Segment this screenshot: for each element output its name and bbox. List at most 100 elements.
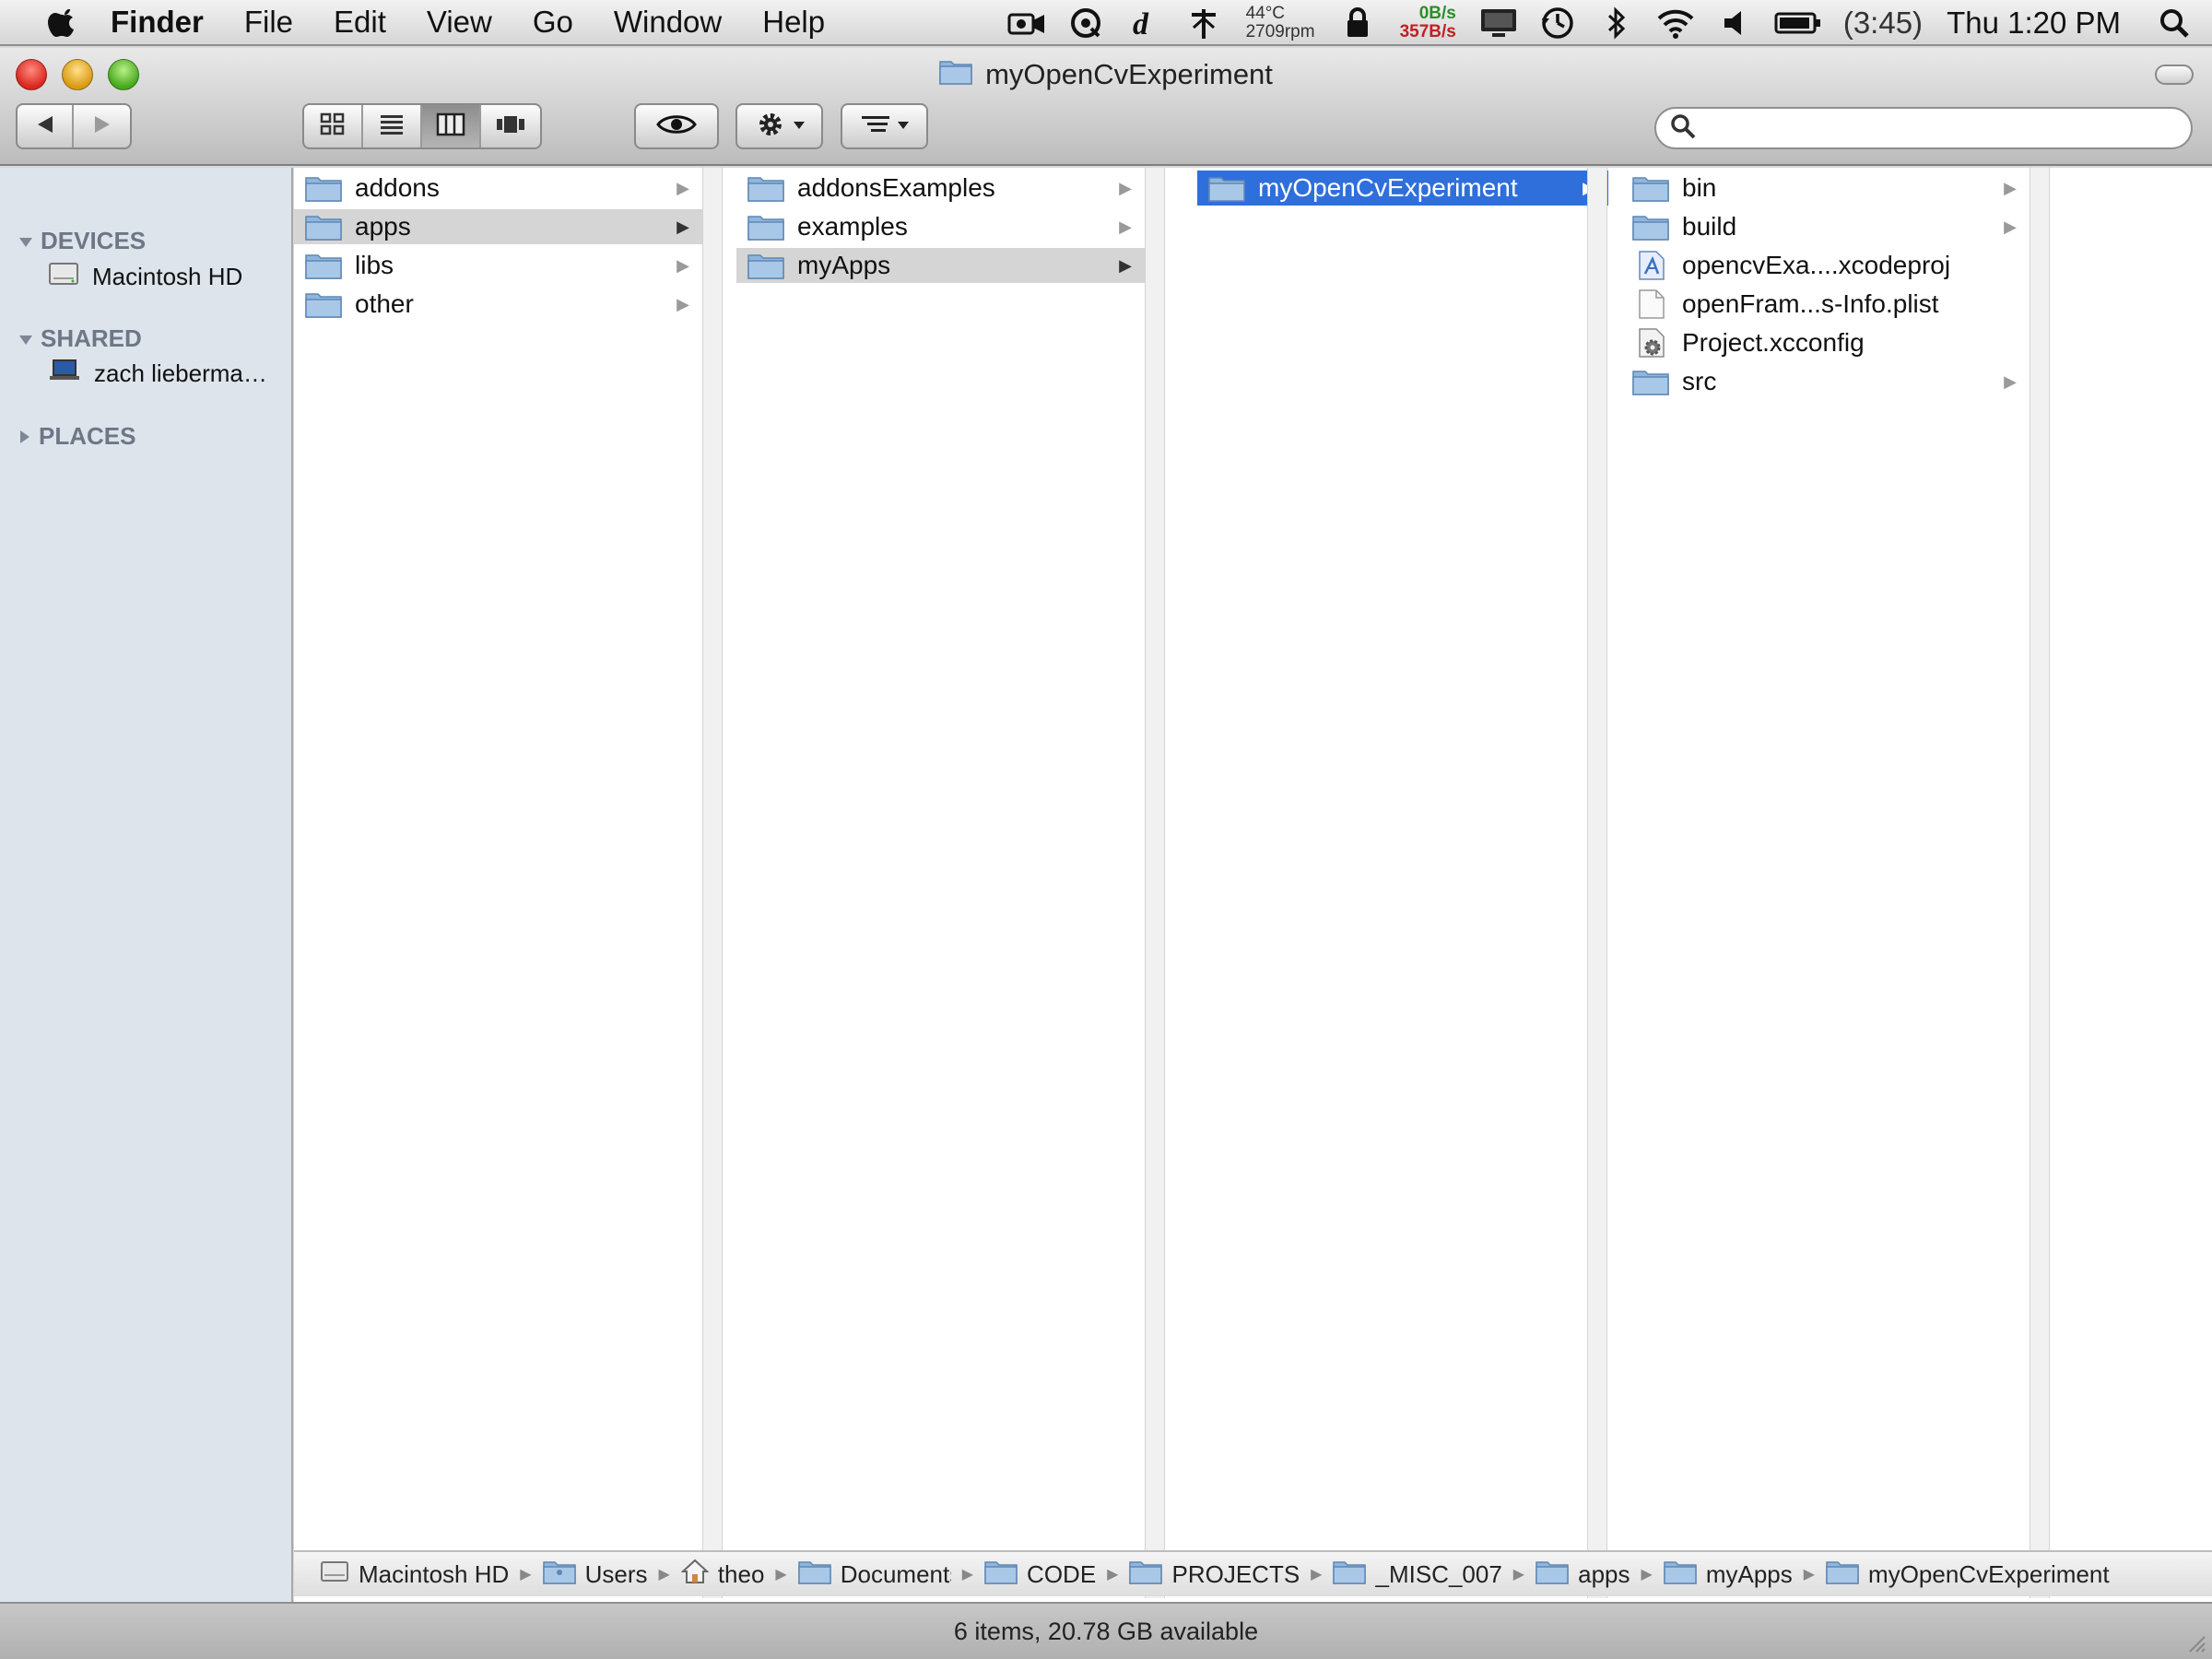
list-item-xcodeproj[interactable]: opencvExa....xcodeproj <box>1621 248 2030 283</box>
list-item-other[interactable]: other ▶ <box>294 287 702 322</box>
network-speed-readout[interactable]: 0B/s 357B/s <box>1400 5 1456 41</box>
toolbar-toggle-button[interactable] <box>2155 65 2194 85</box>
path-item-label: myOpenCvExperiment <box>1868 1559 2110 1588</box>
menu-go[interactable]: Go <box>512 5 594 40</box>
path-item-home[interactable]: theo <box>680 1559 764 1591</box>
item-name: Project.xcconfig <box>1682 328 1865 357</box>
item-name: apps <box>355 212 411 241</box>
menu-window[interactable]: Window <box>594 5 742 40</box>
volume-icon[interactable] <box>1713 0 1756 46</box>
item-name: examples <box>797 212 908 241</box>
menu-file[interactable]: File <box>224 5 313 40</box>
sidebar-item-macintosh-hd[interactable]: Macintosh HD <box>48 260 242 294</box>
column-resize-handle[interactable]: || <box>1587 168 1607 1598</box>
menu-view[interactable]: View <box>406 5 512 40</box>
search-input[interactable] <box>1708 113 2150 143</box>
display-icon[interactable] <box>1477 0 1520 46</box>
clock[interactable]: Thu 1:20 PM <box>1947 6 2121 41</box>
list-item-xcconfig[interactable]: Project.xcconfig <box>1621 325 2030 360</box>
list-item-bin[interactable]: bin ▶ <box>1621 171 2030 206</box>
column-resize-handle[interactable]: || <box>702 168 723 1598</box>
path-item-apps[interactable]: apps <box>1535 1559 1630 1591</box>
path-item-users[interactable]: Users <box>542 1559 648 1591</box>
path-item-myapps[interactable]: myApps <box>1664 1559 1793 1591</box>
cover-flow-view-button[interactable] <box>481 105 540 147</box>
action-menu-button[interactable] <box>735 103 823 149</box>
disclosure-arrow-icon: ▶ <box>677 255 689 275</box>
arrange-menu-button[interactable] <box>841 103 928 149</box>
list-item-myopencvexperiment[interactable]: myOpenCvExperiment ▶ <box>1197 171 1608 206</box>
wifi-icon[interactable] <box>1654 0 1697 46</box>
folder-icon <box>1632 212 1669 241</box>
sidebar-header-label: SHARED <box>41 324 142 352</box>
folder-icon <box>305 251 342 280</box>
status-text: 6 items, 20.78 GB available <box>953 1617 1259 1645</box>
folder-icon <box>1333 1559 1367 1591</box>
sidebar-item-label: zach lieberma… <box>94 359 267 387</box>
item-name: build <box>1682 212 1737 241</box>
path-item-label: PROJECTS <box>1171 1559 1300 1588</box>
icon-view-button[interactable] <box>304 105 364 147</box>
sidebar-item-shared-computer[interactable]: zach lieberma… <box>48 358 267 390</box>
list-item-addons[interactable]: addons ▶ <box>294 171 702 206</box>
sidebar-header-places[interactable]: PLACES <box>18 422 135 451</box>
sidebar-header-shared[interactable]: SHARED <box>18 324 142 353</box>
list-item-apps[interactable]: apps ▶ <box>294 209 702 244</box>
list-item-build[interactable]: build ▶ <box>1621 209 2030 244</box>
status-menus: d 44°C 2709rpm 0B/s 357B/s (3:45) Thu 1:… <box>997 0 2212 46</box>
item-name: addonsExamples <box>797 173 995 202</box>
time-machine-icon[interactable] <box>1536 0 1579 46</box>
folder-icon <box>984 1559 1018 1591</box>
sidebar-header-devices[interactable]: DEVICES <box>18 227 146 255</box>
path-item-code[interactable]: CODE <box>984 1559 1096 1591</box>
folder-icon <box>1129 1559 1163 1591</box>
list-item-examples[interactable]: examples ▶ <box>736 209 1145 244</box>
menu-help[interactable]: Help <box>742 5 845 40</box>
disclosure-arrow-icon: ▶ <box>1119 178 1132 197</box>
list-view-button[interactable] <box>363 105 423 147</box>
path-item-misc[interactable]: _MISC_007 <box>1333 1559 1502 1591</box>
path-item-macintosh-hd[interactable]: Macintosh HD <box>320 1559 509 1591</box>
list-item-libs[interactable]: libs ▶ <box>294 248 702 283</box>
back-button[interactable] <box>18 105 75 147</box>
apple-menu-icon[interactable] <box>41 0 85 45</box>
lock-icon[interactable] <box>1336 0 1379 46</box>
battery-icon[interactable] <box>1772 0 1824 46</box>
hard-drive-icon <box>48 260 79 294</box>
path-item-myopencvexperiment[interactable]: myOpenCvExperiment <box>1826 1559 2110 1591</box>
video-camera-icon[interactable] <box>1006 0 1048 46</box>
path-item-projects[interactable]: PROJECTS <box>1129 1559 1300 1591</box>
path-item-documents[interactable]: Documents <box>797 1559 951 1591</box>
path-item-label: _MISC_007 <box>1375 1559 1502 1588</box>
menu-bar: Finder File Edit View Go Window Help d 4… <box>0 0 2212 46</box>
column-resize-handle[interactable]: || <box>1145 168 1165 1598</box>
folder-icon <box>1632 173 1669 203</box>
dictionary-icon[interactable]: d <box>1124 0 1166 46</box>
battery-time[interactable]: (3:45) <box>1843 6 1923 41</box>
column-view-button[interactable] <box>422 105 482 147</box>
temperature-readout[interactable]: 44°C 2709rpm <box>1246 5 1315 41</box>
svg-text:d: d <box>1133 7 1149 40</box>
folder-icon <box>747 173 784 203</box>
menu-edit[interactable]: Edit <box>313 5 406 40</box>
arrange-icon <box>860 112 893 142</box>
view-mode-control <box>302 103 542 149</box>
list-item-myapps[interactable]: myApps ▶ <box>736 248 1145 283</box>
list-item-addons-examples[interactable]: addonsExamples ▶ <box>736 171 1145 206</box>
list-item-src[interactable]: src ▶ <box>1621 364 2030 399</box>
fan-antenna-icon[interactable] <box>1182 0 1225 46</box>
quick-look-button[interactable] <box>634 103 719 149</box>
path-item-label: Macintosh HD <box>359 1559 510 1588</box>
list-item-plist[interactable]: openFram...s-Info.plist <box>1621 287 2030 322</box>
spotlight-search-icon[interactable] <box>2153 0 2195 46</box>
quicksilver-icon[interactable] <box>1065 0 1107 46</box>
bluetooth-icon[interactable] <box>1595 0 1638 46</box>
forward-button[interactable] <box>74 105 130 147</box>
search-field[interactable] <box>1654 107 2193 149</box>
list-view-icon <box>378 112 406 142</box>
window-resize-grip-icon[interactable] <box>2183 1630 2206 1653</box>
menu-app-finder[interactable]: Finder <box>111 5 224 40</box>
column-resize-handle[interactable]: || <box>2030 168 2050 1598</box>
path-separator-icon: ▶ <box>1107 1567 1119 1583</box>
item-name: myApps <box>797 251 891 279</box>
